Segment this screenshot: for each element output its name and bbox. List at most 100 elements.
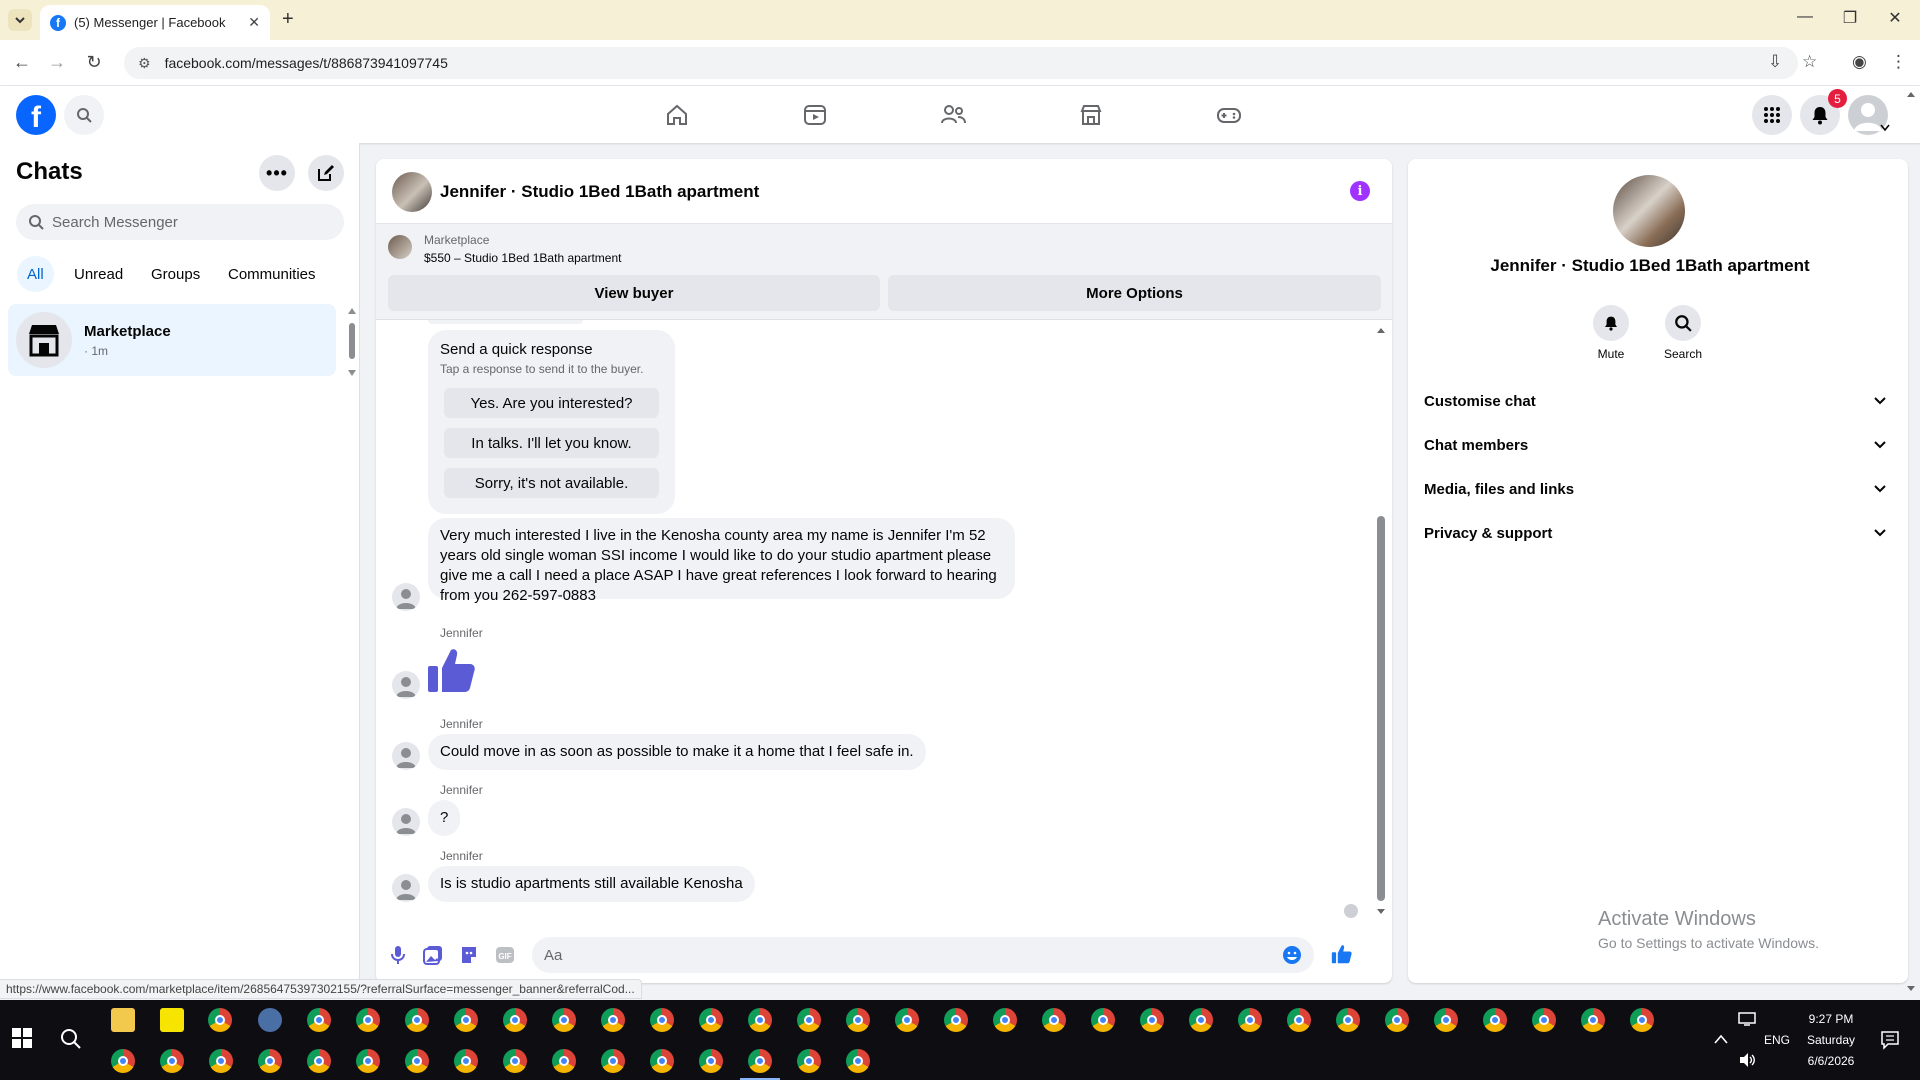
sender-avatar[interactable] xyxy=(392,671,420,699)
chrome-profile-icon[interactable] xyxy=(797,1049,821,1073)
app-icon[interactable] xyxy=(258,1008,282,1032)
chrome-profile-icon[interactable] xyxy=(552,1008,576,1032)
chat-members-section[interactable]: Chat members xyxy=(1424,423,1892,467)
file-explorer-icon[interactable] xyxy=(111,1008,135,1032)
chrome-profile-icon[interactable] xyxy=(1581,1008,1605,1032)
info-icon[interactable]: i xyxy=(1350,181,1370,201)
conversation-avatar[interactable] xyxy=(392,172,432,212)
chrome-profile-icon[interactable] xyxy=(1630,1008,1654,1032)
chrome-profile-icon[interactable] xyxy=(405,1049,429,1073)
gif-icon[interactable]: GIF xyxy=(493,943,517,967)
chrome-profile-icon[interactable] xyxy=(748,1008,772,1032)
site-info-icon[interactable]: ⚙ xyxy=(138,55,151,72)
sidebar-scrollbar[interactable] xyxy=(348,308,356,376)
chrome-profile-icon-active[interactable] xyxy=(748,1049,772,1073)
customise-chat-section[interactable]: Customise chat xyxy=(1424,379,1892,423)
chrome-profile-icon[interactable] xyxy=(699,1049,723,1073)
minimize-button[interactable]: — xyxy=(1790,8,1820,26)
chrome-profile-icon[interactable] xyxy=(356,1008,380,1032)
media-files-links-section[interactable]: Media, files and links xyxy=(1424,467,1892,511)
quick-response-yes[interactable]: Yes. Are you interested? xyxy=(444,388,659,418)
clock-day[interactable]: Saturday xyxy=(1800,1033,1862,1047)
new-tab-button[interactable]: + xyxy=(282,8,294,31)
clock-time[interactable]: 9:27 PM xyxy=(1800,1012,1862,1026)
marketplace-nav-icon[interactable] xyxy=(1076,100,1106,130)
chrome-profile-icon[interactable] xyxy=(1434,1008,1458,1032)
chrome-profile-icon[interactable] xyxy=(601,1008,625,1032)
chrome-profile-icon[interactable] xyxy=(1238,1008,1262,1032)
chrome-profile-icon[interactable] xyxy=(454,1008,478,1032)
chrome-profile-icon[interactable] xyxy=(1091,1008,1115,1032)
mute-button[interactable]: Mute xyxy=(1576,305,1646,361)
chrome-profile-icon[interactable] xyxy=(944,1008,968,1032)
chats-options-button[interactable]: ••• xyxy=(259,155,295,191)
chrome-profile-icon[interactable] xyxy=(454,1049,478,1073)
message-bubble[interactable]: Is is studio apartments still available … xyxy=(428,866,755,902)
volume-icon[interactable] xyxy=(1738,1052,1756,1068)
message-bubble[interactable]: ? xyxy=(428,800,461,836)
sticker-icon[interactable] xyxy=(457,943,481,967)
reload-button[interactable]: ↻ xyxy=(82,52,106,73)
chrome-profile-icon[interactable] xyxy=(1385,1008,1409,1032)
facebook-logo[interactable]: f xyxy=(16,95,56,135)
browser-menu-icon[interactable]: ⋮ xyxy=(1890,52,1907,72)
sender-avatar[interactable] xyxy=(392,874,420,902)
listing-title[interactable]: $550 – Studio 1Bed 1Bath apartment xyxy=(424,251,621,265)
chrome-profile-icon[interactable] xyxy=(846,1008,870,1032)
chrome-profile-icon[interactable] xyxy=(895,1008,919,1032)
sender-avatar[interactable] xyxy=(392,742,420,770)
listing-thumbnail[interactable] xyxy=(388,235,412,259)
filter-communities[interactable]: Communities xyxy=(218,256,326,292)
chrome-profile-icon[interactable] xyxy=(1483,1008,1507,1032)
chrome-profile-icon[interactable] xyxy=(307,1049,331,1073)
chrome-profile-icon[interactable] xyxy=(699,1008,723,1032)
install-app-icon[interactable]: ⇩ xyxy=(1768,52,1782,72)
chrome-profile-icon[interactable] xyxy=(601,1049,625,1073)
tray-chevron-up-icon[interactable] xyxy=(1714,1034,1728,1044)
chrome-profile-icon[interactable] xyxy=(258,1049,282,1073)
privacy-support-section[interactable]: Privacy & support xyxy=(1424,511,1892,555)
chrome-profile-icon[interactable] xyxy=(111,1049,135,1073)
emoji-icon[interactable] xyxy=(1282,945,1302,965)
send-like-icon[interactable] xyxy=(1330,942,1354,966)
sender-avatar[interactable] xyxy=(392,808,420,836)
gaming-nav-icon[interactable] xyxy=(1214,100,1244,130)
search-in-chat-button[interactable]: Search xyxy=(1648,305,1718,361)
quick-response-in-talks[interactable]: In talks. I'll let you know. xyxy=(444,428,659,458)
menu-button[interactable] xyxy=(1752,95,1792,135)
chrome-profile-icon[interactable] xyxy=(1140,1008,1164,1032)
restore-button[interactable]: ❐ xyxy=(1835,8,1865,28)
chat-item-marketplace[interactable]: Marketplace · 1m xyxy=(8,304,336,376)
chrome-profile-icon[interactable] xyxy=(797,1008,821,1032)
close-tab-icon[interactable]: ✕ xyxy=(248,14,260,31)
new-message-button[interactable] xyxy=(308,155,344,191)
clock-date[interactable]: 6/6/2026 xyxy=(1800,1054,1862,1068)
thumbs-up-icon[interactable] xyxy=(426,644,478,696)
chrome-profile-icon[interactable] xyxy=(356,1049,380,1073)
message-bubble[interactable]: Could move in as soon as possible to mak… xyxy=(428,734,926,770)
filter-all[interactable]: All xyxy=(17,256,54,292)
conversation-title[interactable]: Jennifer · Studio 1Bed 1Bath apartment xyxy=(440,182,759,202)
quick-response-not-available[interactable]: Sorry, it's not available. xyxy=(444,468,659,498)
chrome-profile-icon[interactable] xyxy=(1532,1008,1556,1032)
facebook-search-button[interactable] xyxy=(64,95,104,135)
more-options-button[interactable]: More Options xyxy=(888,275,1381,311)
back-button[interactable]: ← xyxy=(10,52,34,73)
message-input[interactable]: Aa xyxy=(532,937,1314,973)
view-buyer-button[interactable]: View buyer xyxy=(388,275,880,311)
microphone-icon[interactable] xyxy=(386,943,410,967)
chrome-profile-icon[interactable] xyxy=(1042,1008,1066,1032)
close-window-button[interactable]: ✕ xyxy=(1880,8,1910,28)
action-center-icon[interactable] xyxy=(1880,1030,1900,1050)
url-input[interactable]: ⚙ facebook.com/messages/t/88687394109774… xyxy=(124,47,1798,79)
browser-tab[interactable]: f (5) Messenger | Facebook ✕ xyxy=(40,5,270,40)
chrome-profile-icon[interactable] xyxy=(1336,1008,1360,1032)
chrome-profile-icon[interactable] xyxy=(160,1049,184,1073)
page-scroll-down-icon[interactable] xyxy=(1906,985,1916,993)
chrome-profile-icon[interactable] xyxy=(552,1049,576,1073)
chrome-profile-icon[interactable] xyxy=(993,1008,1017,1032)
video-nav-icon[interactable] xyxy=(800,100,830,130)
chat-info-avatar[interactable] xyxy=(1613,175,1685,247)
filter-unread[interactable]: Unread xyxy=(64,256,133,292)
page-scroll-up-icon[interactable] xyxy=(1906,90,1916,98)
